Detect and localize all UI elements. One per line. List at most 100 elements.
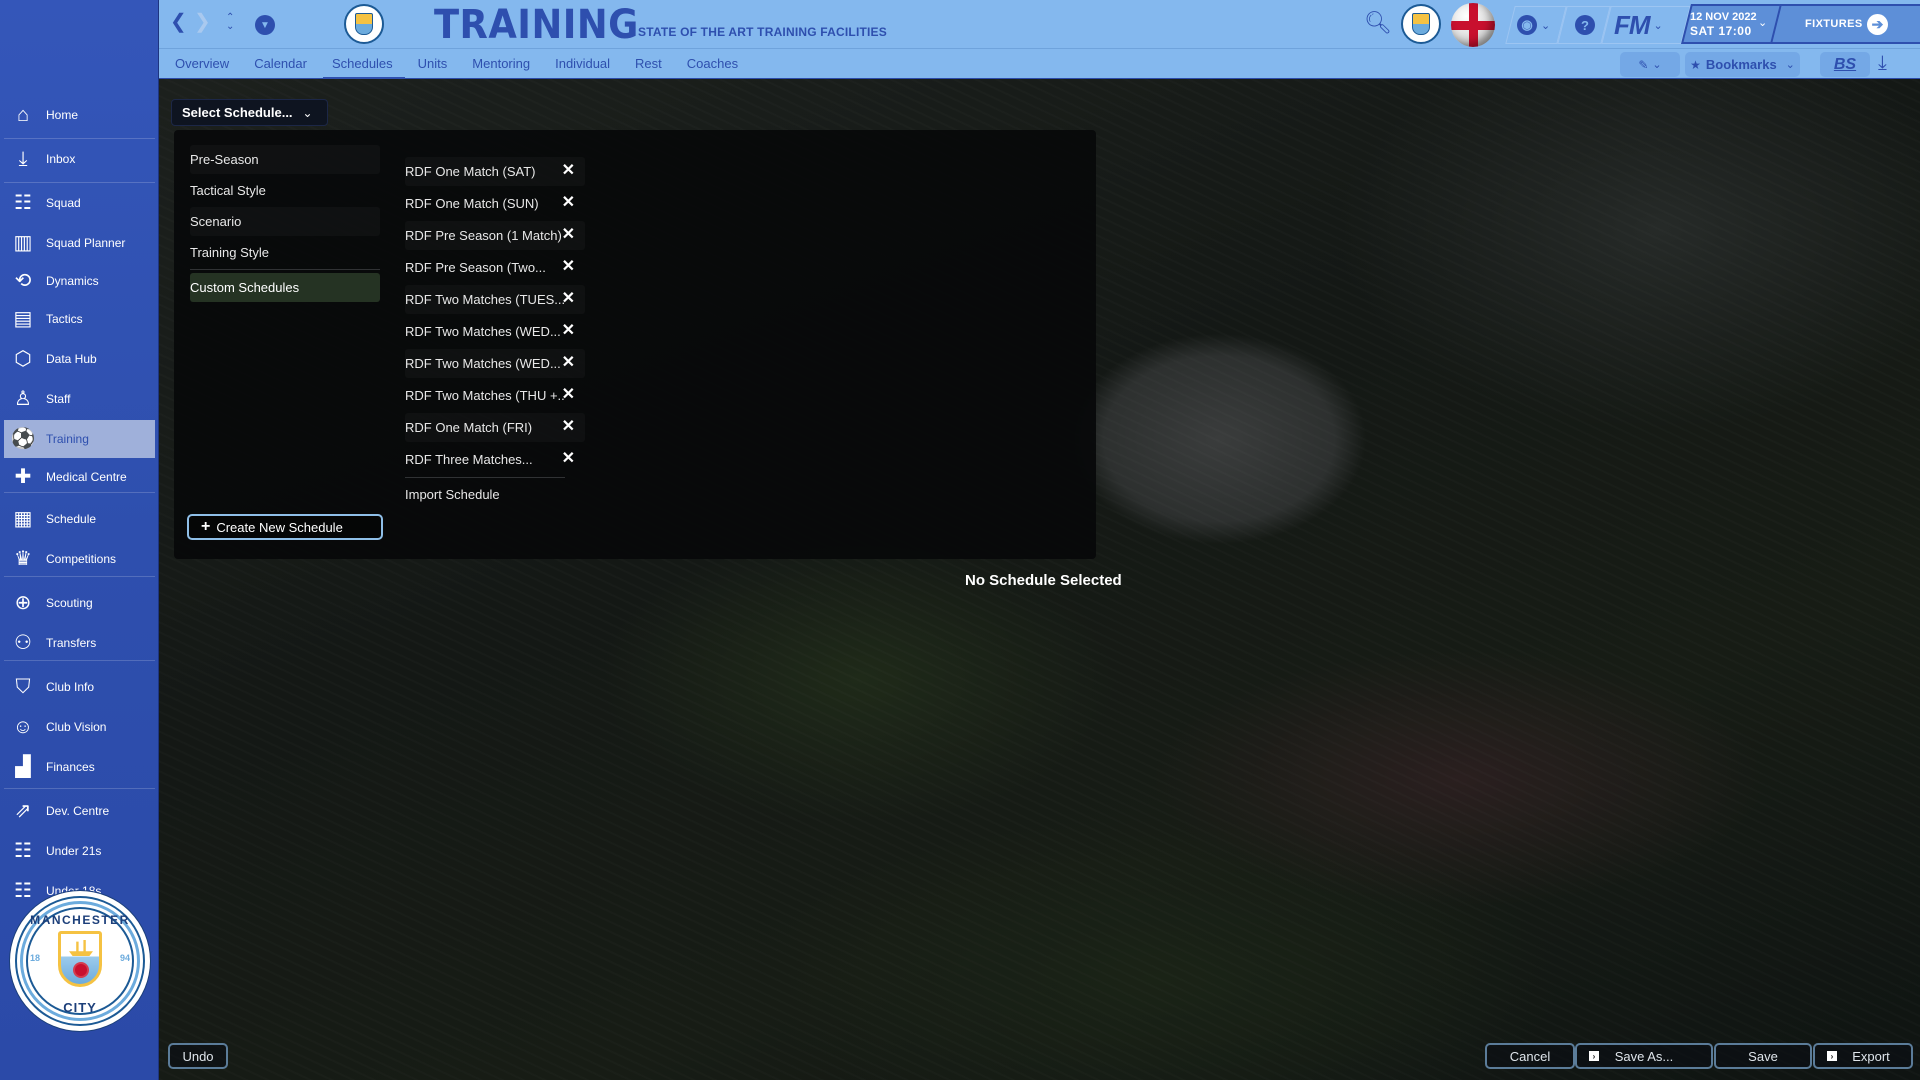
custom-schedule-item[interactable]: RDF Two Matches (TUES... ✕ bbox=[405, 285, 585, 314]
sidebar-item-competitions[interactable]: ♛ Competitions bbox=[4, 540, 155, 578]
remove-schedule-icon[interactable]: ✕ bbox=[562, 323, 575, 339]
schedule-name: RDF Two Matches (WED... bbox=[405, 356, 561, 371]
schedule-category-tactical-style[interactable]: Tactical Style bbox=[190, 176, 380, 205]
sidebar-item-staff[interactable]: ♙ Staff bbox=[4, 380, 155, 418]
tab-coaches[interactable]: Coaches bbox=[687, 49, 738, 79]
custom-schedule-item[interactable]: RDF Two Matches (THU +... ✕ bbox=[405, 381, 585, 410]
save-as-button[interactable]: › Save As... bbox=[1575, 1043, 1713, 1069]
sidebar-item-club-vision[interactable]: ☺ Club Vision bbox=[4, 708, 155, 746]
tab-mentoring[interactable]: Mentoring bbox=[472, 49, 530, 79]
custom-schedule-item[interactable]: RDF One Match (SUN) ✕ bbox=[405, 189, 585, 218]
chevron-down-icon: ⌄ bbox=[1652, 59, 1662, 71]
data-hub-shape-icon: ⬡ bbox=[14, 348, 32, 370]
export-button[interactable]: › Export bbox=[1813, 1043, 1913, 1069]
undo-button[interactable]: Undo bbox=[168, 1043, 228, 1069]
custom-schedule-item[interactable]: RDF One Match (SAT) ✕ bbox=[405, 157, 585, 186]
back-arrow-icon[interactable]: ❮ bbox=[170, 12, 187, 32]
sidebar-item-label: Dev. Centre bbox=[46, 804, 110, 818]
club-crest-logo[interactable]: MANCHESTER 18 94 CITY bbox=[10, 891, 150, 1031]
tab-rest[interactable]: Rest bbox=[635, 49, 662, 79]
remove-schedule-icon[interactable]: ✕ bbox=[562, 227, 575, 243]
custom-schedule-item[interactable]: RDF One Match (FRI) ✕ bbox=[405, 413, 585, 442]
sidebar-item-label: Under 21s bbox=[46, 844, 102, 858]
sidebar-item-label: Training bbox=[46, 432, 89, 446]
save-as-label: Save As... bbox=[1614, 1048, 1674, 1064]
remove-schedule-icon[interactable]: ✕ bbox=[562, 291, 575, 307]
england-flag-icon[interactable] bbox=[1451, 3, 1495, 47]
arrow-right-circle-icon[interactable]: ➔ bbox=[1867, 14, 1888, 35]
sidebar-item-tactics[interactable]: ▤ Tactics bbox=[4, 300, 155, 338]
sidebar-item-data-hub[interactable]: ⬡ Data Hub bbox=[4, 340, 155, 378]
cancel-button[interactable]: Cancel bbox=[1485, 1043, 1575, 1069]
sidebar-item-finances[interactable]: ▟ Finances bbox=[4, 748, 155, 786]
bookmarks-button[interactable]: ★ Bookmarks ⌄ bbox=[1685, 52, 1800, 77]
tab-individual[interactable]: Individual bbox=[555, 49, 610, 79]
sidebar-item-inbox[interactable]: ⤓ Inbox bbox=[4, 140, 155, 178]
chevron-down-icon[interactable]: ⌄ bbox=[1758, 16, 1767, 29]
category-divider bbox=[190, 269, 380, 270]
globe-icon: ◉ bbox=[1517, 15, 1537, 35]
sidebar-item-training[interactable]: ⚽ Training bbox=[4, 420, 155, 458]
sidebar-item-label: Club Vision bbox=[46, 720, 107, 734]
trophy-icon: ♛ bbox=[14, 548, 32, 570]
sidebar-item-dev-centre[interactable]: ⇗ Dev. Centre bbox=[4, 792, 155, 830]
world-menu-button[interactable]: ◉ ⌄ bbox=[1517, 6, 1550, 44]
schedule-name: RDF Two Matches (TUES... bbox=[405, 292, 565, 307]
import-schedule-link[interactable]: Import Schedule bbox=[405, 487, 500, 502]
download-tray-icon[interactable]: ⤓ bbox=[1878, 52, 1887, 75]
forward-arrow-icon[interactable]: ❯ bbox=[194, 12, 211, 32]
select-schedule-dropdown[interactable]: Select Schedule... ⌄ bbox=[171, 99, 328, 126]
remove-schedule-icon[interactable]: ✕ bbox=[562, 195, 575, 211]
fm-menu-button[interactable]: FM ⌄ bbox=[1614, 6, 1663, 44]
remove-schedule-icon[interactable]: ✕ bbox=[562, 355, 575, 371]
cancel-label: Cancel bbox=[1509, 1048, 1551, 1064]
game-date[interactable]: 12 NOV 2022 SAT 17:00 bbox=[1690, 10, 1757, 38]
finance-chart-icon: ▟ bbox=[15, 756, 31, 778]
custom-schedule-item[interactable]: RDF Two Matches (WED... ✕ bbox=[405, 317, 585, 346]
sidebar-item-under-21s[interactable]: ☷ Under 21s bbox=[4, 832, 155, 870]
schedule-category-custom-schedules[interactable]: Custom Schedules bbox=[190, 273, 380, 302]
sidebar-divider bbox=[4, 576, 155, 577]
sidebar-item-club-info[interactable]: ⛉ Club Info bbox=[4, 668, 155, 706]
schedule-category-scenario[interactable]: Scenario bbox=[190, 207, 380, 236]
save-button[interactable]: Save bbox=[1714, 1043, 1812, 1069]
sidebar-item-dynamics[interactable]: ⟲ Dynamics bbox=[4, 262, 155, 300]
select-schedule-label: Select Schedule... bbox=[182, 105, 293, 120]
sidebar-item-medical-centre[interactable]: ✚ Medical Centre bbox=[4, 458, 155, 496]
sidebar-item-squad-planner[interactable]: ▥ Squad Planner bbox=[4, 224, 155, 262]
tab-schedules[interactable]: Schedules bbox=[322, 49, 405, 79]
edit-menu-button[interactable]: ✎ ⌄ bbox=[1620, 52, 1680, 77]
club-badge-icon[interactable] bbox=[344, 4, 384, 44]
remove-schedule-icon[interactable]: ✕ bbox=[562, 259, 575, 275]
rose-icon bbox=[75, 964, 87, 976]
custom-schedule-item[interactable]: RDF Pre Season (1 Match) ✕ bbox=[405, 221, 585, 250]
calendar-clock-icon: ▦ bbox=[13, 508, 33, 530]
dropdown-circle-icon[interactable]: ▼ bbox=[255, 15, 275, 35]
schedule-name: RDF Pre Season (Two... bbox=[405, 260, 546, 275]
bs-button[interactable]: BS bbox=[1820, 52, 1870, 77]
tab-units[interactable]: Units bbox=[418, 49, 448, 79]
global-search-icon[interactable]: 🔍︎ bbox=[1364, 10, 1392, 36]
sidebar-item-squad[interactable]: ☷ Squad bbox=[4, 184, 155, 222]
save-label: Save bbox=[1748, 1048, 1778, 1064]
sidebar-item-transfers[interactable]: ⚇ Transfers bbox=[4, 624, 155, 662]
sidebar-item-schedule[interactable]: ▦ Schedule bbox=[4, 500, 155, 538]
tab-calendar[interactable]: Calendar bbox=[254, 49, 307, 79]
schedule-category-pre-season[interactable]: Pre-Season bbox=[190, 145, 380, 174]
fixtures-button[interactable]: FIXTURES bbox=[1805, 18, 1863, 30]
custom-schedule-item[interactable]: RDF Three Matches... ✕ bbox=[405, 445, 585, 474]
sidebar-item-scouting[interactable]: ⊕ Scouting bbox=[4, 584, 155, 622]
club-badge-icon[interactable] bbox=[1401, 4, 1441, 44]
create-new-schedule-button[interactable]: + Create New Schedule bbox=[187, 514, 383, 540]
schedule-category-training-style[interactable]: Training Style bbox=[190, 238, 380, 267]
remove-schedule-icon[interactable]: ✕ bbox=[562, 387, 575, 403]
remove-schedule-icon[interactable]: ✕ bbox=[562, 451, 575, 467]
up-down-arrows-icon[interactable]: ⌃ ⌄ bbox=[226, 13, 234, 32]
help-button[interactable]: ? bbox=[1575, 6, 1595, 44]
custom-schedule-item[interactable]: RDF Two Matches (WED... ✕ bbox=[405, 349, 585, 378]
remove-schedule-icon[interactable]: ✕ bbox=[562, 419, 575, 435]
sidebar-item-home[interactable]: ⌂ Home bbox=[4, 96, 155, 134]
remove-schedule-icon[interactable]: ✕ bbox=[562, 163, 575, 179]
tab-overview[interactable]: Overview bbox=[175, 49, 229, 79]
custom-schedule-item[interactable]: RDF Pre Season (Two... ✕ bbox=[405, 253, 585, 282]
